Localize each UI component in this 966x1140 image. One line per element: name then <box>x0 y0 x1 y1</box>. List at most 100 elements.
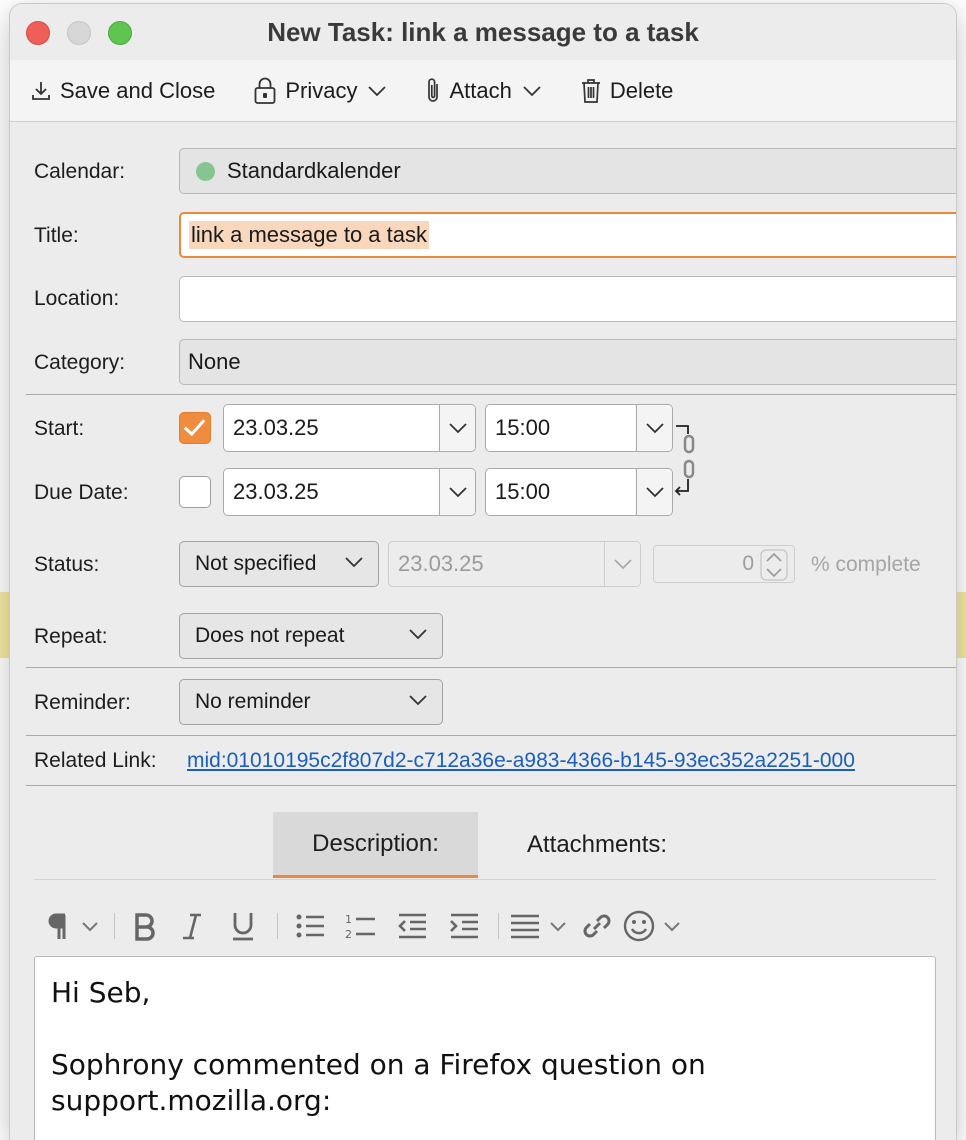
repeat-value: Does not repeat <box>195 624 345 647</box>
calendar-value: Standardkalender <box>227 158 401 183</box>
toolbar-divider <box>114 913 115 939</box>
title-value: link a message to a task <box>189 221 430 249</box>
link-dates-chain-icon[interactable] <box>674 424 702 504</box>
save-and-close-label: Save and Close <box>60 77 216 103</box>
chevron-down-icon <box>368 85 387 96</box>
align-icon <box>511 914 566 939</box>
delete-button[interactable]: Delete <box>580 77 674 104</box>
bold-button[interactable] <box>123 904 167 948</box>
completed-date-picker: 23.03.25 <box>388 541 641 587</box>
tab-description[interactable]: Description: <box>273 812 478 878</box>
chevron-down-icon <box>409 629 427 640</box>
chevron-down-icon <box>645 423 664 434</box>
start-date-value: 23.03.25 <box>233 415 319 440</box>
location-input[interactable] <box>179 276 956 322</box>
title-bar: New Task: link a message to a task <box>10 4 956 60</box>
indent-button[interactable] <box>438 904 490 948</box>
separator <box>26 785 956 786</box>
save-and-close-button[interactable]: Save and Close <box>30 78 215 104</box>
due-date-label: Due Date: <box>34 481 129 504</box>
editor-line: Hi Seb, <box>51 976 151 1009</box>
separator <box>26 735 956 736</box>
smiley-icon <box>623 910 680 942</box>
reminder-select[interactable]: No reminder <box>179 679 443 725</box>
due-date-dropdown[interactable] <box>439 469 475 515</box>
privacy-button[interactable]: Privacy <box>253 77 387 105</box>
tab-attachments[interactable]: Attachments: <box>489 812 705 878</box>
due-time-dropdown[interactable] <box>636 469 672 515</box>
title-label: Title: <box>34 224 79 247</box>
bullet-list-icon <box>296 914 324 938</box>
attach-button[interactable]: Attach <box>425 77 541 105</box>
chevron-down-icon <box>409 695 427 706</box>
start-checkbox[interactable] <box>179 412 211 444</box>
underline-button[interactable] <box>217 904 269 948</box>
toolbar-divider <box>498 913 499 939</box>
due-time-value: 15:00 <box>495 479 551 504</box>
paragraph-format-button[interactable] <box>40 904 106 948</box>
editor-line: support.mozilla.org: <box>51 1084 332 1117</box>
completed-date-value: 23.03.25 <box>398 551 484 576</box>
link-icon <box>583 914 611 938</box>
lock-icon <box>254 77 276 104</box>
svg-text:2: 2 <box>345 928 352 941</box>
stepper-arrows-icon <box>760 549 788 581</box>
description-editor[interactable]: Hi Seb, Sophrony commented on a Firefox … <box>34 956 936 1140</box>
start-label: Start: <box>34 417 85 440</box>
calendar-select[interactable]: Standardkalender <box>179 148 956 194</box>
privacy-label: Privacy <box>285 77 358 103</box>
category-label: Category: <box>34 351 126 374</box>
start-date-picker[interactable]: 23.03.25 <box>223 404 476 452</box>
category-select[interactable]: None <box>179 339 956 385</box>
reminder-value: No reminder <box>195 690 311 713</box>
chevron-down-icon <box>645 487 664 498</box>
trash-icon <box>581 78 600 103</box>
bold-icon <box>135 913 155 941</box>
download-icon <box>32 81 50 100</box>
toolbar: Save and Close Privacy Attach Delete <box>10 60 956 122</box>
due-time-picker[interactable]: 15:00 <box>485 468 673 516</box>
insert-link-button[interactable] <box>573 904 621 948</box>
attach-label: Attach <box>449 77 512 103</box>
toolbar-divider <box>277 913 278 939</box>
chevron-down-icon <box>613 559 632 570</box>
reminder-label: Reminder: <box>34 691 131 714</box>
repeat-label: Repeat: <box>34 625 108 648</box>
calendar-color-dot <box>196 161 215 181</box>
paperclip-icon <box>428 77 439 102</box>
due-date-checkbox[interactable] <box>179 476 211 508</box>
title-input[interactable]: link a message to a task <box>179 212 956 258</box>
tab-description-label: Description: <box>312 829 439 857</box>
italic-button[interactable] <box>167 904 217 948</box>
calendar-label: Calendar: <box>34 160 126 183</box>
tab-bar: Description: Attachments: <box>34 812 936 880</box>
status-value: Not specified <box>195 552 317 575</box>
start-time-dropdown[interactable] <box>636 405 672 451</box>
chevron-down-icon <box>448 423 467 434</box>
svg-text:1: 1 <box>345 913 352 926</box>
repeat-select[interactable]: Does not repeat <box>179 613 443 659</box>
insert-emoji-button[interactable] <box>621 904 687 948</box>
task-dialog-window: New Task: link a message to a task Save … <box>10 4 956 1140</box>
start-time-value: 15:00 <box>495 415 551 440</box>
due-date-value: 23.03.25 <box>233 479 319 504</box>
start-time-picker[interactable]: 15:00 <box>485 404 673 452</box>
delete-label: Delete <box>609 77 674 103</box>
chevron-down-icon <box>345 557 363 568</box>
outdent-button[interactable] <box>386 904 438 948</box>
status-select[interactable]: Not specified <box>179 541 379 587</box>
start-date-dropdown[interactable] <box>439 405 475 451</box>
chevron-down-icon <box>448 487 467 498</box>
related-link-label: Related Link: <box>34 749 157 772</box>
completed-date-dropdown <box>604 542 640 586</box>
bullet-list-button[interactable] <box>286 904 334 948</box>
percent-complete-value: 0 <box>742 552 754 575</box>
separator <box>26 667 956 668</box>
due-date-picker[interactable]: 23.03.25 <box>223 468 476 516</box>
numbered-list-button[interactable]: 12 <box>334 904 386 948</box>
related-link[interactable]: mid:01010195c2f807d2-c712a36e-a983-4366-… <box>187 749 855 773</box>
align-button[interactable] <box>507 904 573 948</box>
status-label: Status: <box>34 553 100 576</box>
percent-complete-label: % complete <box>811 553 921 576</box>
editor-blank-line <box>51 1011 919 1047</box>
